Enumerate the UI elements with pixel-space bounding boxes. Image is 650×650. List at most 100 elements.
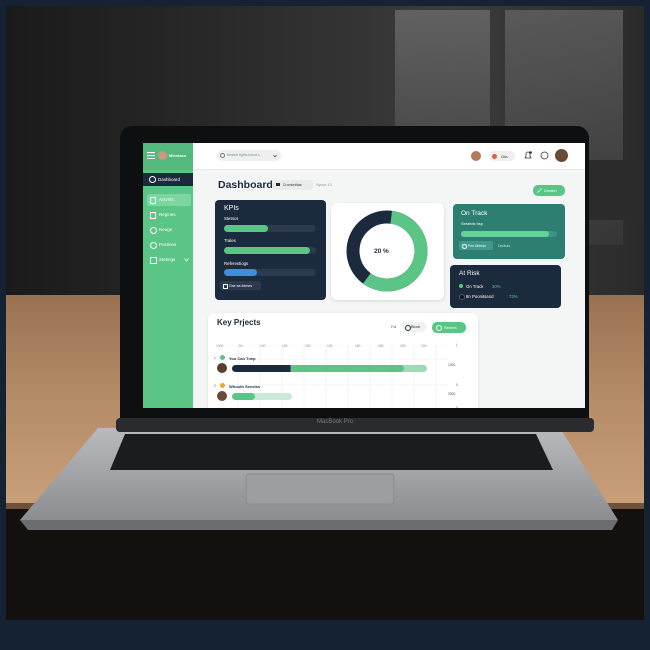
- at-risk-item-label: On Track: [466, 283, 484, 289]
- activity-icon: [150, 197, 156, 204]
- user-avatar[interactable]: [471, 151, 481, 161]
- axis-tick-label: 150: [400, 344, 406, 348]
- donut-card: 20 %: [331, 203, 444, 300]
- project-owner-avatar: [217, 363, 227, 373]
- primary-action-label: Dosticn: [544, 188, 557, 193]
- kpi-progress-fill: [224, 247, 310, 254]
- primary-action-button[interactable]: Dosticn: [533, 185, 565, 196]
- leaf-icon: [537, 188, 542, 193]
- on-track-title: On Track: [461, 210, 488, 217]
- projects-action-label: Sesters: [444, 325, 457, 330]
- on-track-subtitle: Sesthds hsp: [461, 221, 484, 226]
- project-owner-avatar: [217, 391, 227, 401]
- kpi-label: Stetncs: [224, 216, 239, 221]
- on-track-card: On Track Sesthds hsp Pen Abhrse Dedhas: [453, 204, 565, 259]
- axis-marker: |: [456, 343, 457, 347]
- sidebar-item-stetings[interactable]: Stetings: [147, 255, 191, 265]
- sidebar-item-actvnts[interactable]: Actvnts: [147, 194, 191, 206]
- expand-icon: [223, 283, 228, 289]
- sidebar-header: Mlentacs: [143, 143, 193, 170]
- project-row[interactable]: 2 Whouth Seeoiss: [212, 383, 437, 407]
- photo-scene: Mlentacs Dashboard Actvnts Regines Neage…: [0, 0, 650, 650]
- right-axis-value: 0: [456, 383, 458, 387]
- axis-tick-label: 100: [327, 344, 333, 348]
- add-icon: [436, 325, 442, 331]
- breadcrumb[interactable]: Syncs 13: [316, 183, 332, 187]
- kpi-footer-button[interactable]: One ea fotmes: [220, 281, 261, 290]
- kpi-progress-fill: [224, 225, 269, 232]
- kpi-label: Trales: [224, 238, 236, 243]
- avatar[interactable]: [158, 151, 167, 160]
- at-risk-title: At Risk: [459, 270, 480, 277]
- sidebar-item-label: Postions: [159, 242, 177, 247]
- kpi-title: KPIs: [224, 205, 239, 212]
- edit-icon: [276, 183, 280, 186]
- kpi-label: Referestiogs: [224, 261, 249, 266]
- on-track-button-label: Pen Abhrse: [468, 243, 487, 248]
- kpi-card: KPIs Stetncs Trales Referestiogs One ea …: [215, 200, 326, 300]
- status-label: Ota: [501, 154, 508, 159]
- donut-label: 20 %: [374, 248, 389, 255]
- profile-avatar[interactable]: [555, 149, 568, 162]
- kpi-progress-track: [224, 225, 316, 232]
- projects-axis: 1000 50 100 190 150 100 180 180 150 150: [216, 344, 446, 352]
- sidebar-item-postions[interactable]: Postions: [147, 240, 191, 250]
- axis-tick-label: 180: [355, 344, 361, 348]
- brand-name: Mlentacs: [169, 153, 187, 158]
- at-risk-item-label: 8n Poonitsand: [466, 293, 494, 299]
- context-chip-label: Crontonlitas: [283, 183, 302, 187]
- search-icon: [220, 153, 225, 158]
- kpi-footer-label: One ea fotmes: [229, 283, 252, 288]
- search-placeholder: Search tigths Inisot c...: [227, 153, 263, 157]
- project-number: 1: [214, 356, 216, 360]
- sidebar-item-label: Dashboard: [158, 177, 181, 182]
- status-chip[interactable]: Ota: [489, 151, 515, 161]
- search-input[interactable]: Search tigths Inisot c...: [217, 150, 281, 161]
- status-dot: [459, 284, 463, 288]
- project-row[interactable]: 1 You Can Tnep: [212, 355, 437, 379]
- context-chip[interactable]: Crontonlitas: [273, 180, 313, 190]
- chrome-icon: [492, 153, 497, 159]
- axis-tick-label: 150: [421, 344, 427, 348]
- laptop-screen: Mlentacs Dashboard Actvnts Regines Neage…: [143, 143, 585, 408]
- at-risk-card: At Risk On Track 30% 8n Poonitsand 73%: [450, 265, 561, 308]
- bell-icon[interactable]: [524, 151, 532, 160]
- right-axis-value: 1000: [448, 363, 456, 367]
- project-progress-track: [232, 365, 427, 372]
- right-axis-value: 2500: [448, 392, 456, 396]
- chevron-down-icon: [184, 258, 189, 262]
- page-title: Dashboard: [218, 179, 273, 191]
- project-name: Whouth Seeoiss: [229, 383, 261, 389]
- heart-icon: [150, 227, 157, 234]
- check-icon: [462, 243, 467, 249]
- projects-filter[interactable]: Fol: [391, 325, 396, 329]
- status-dot: [459, 294, 465, 300]
- right-axis-value: 0: [456, 406, 458, 408]
- project-progress-fill: [232, 393, 255, 400]
- on-track-link[interactable]: Dedhas: [498, 244, 510, 248]
- project-progress-track: [232, 393, 292, 400]
- chat-icon[interactable]: [540, 151, 549, 160]
- on-track-button[interactable]: Pen Abhrse: [459, 241, 493, 250]
- sidebar-item-dashboard[interactable]: Dashboard: [143, 173, 193, 186]
- top-bar: Search tigths Inisot c... Ota: [193, 143, 585, 170]
- axis-tick-label: 50: [239, 344, 243, 348]
- projects-title: Key Prjects: [217, 318, 261, 327]
- gear-icon: [150, 257, 157, 264]
- sidebar-item-neage[interactable]: Neage: [147, 225, 191, 235]
- projects-block-label: Block: [411, 325, 421, 329]
- sidebar-item-label: Regines: [159, 212, 176, 217]
- dashboard-icon: [149, 176, 156, 183]
- region-icon: [150, 212, 156, 219]
- projects-block-toggle[interactable]: Block: [402, 322, 426, 332]
- axis-tick-label: 1000: [216, 344, 224, 348]
- project-progress-fill: [232, 365, 404, 372]
- projects-action-button[interactable]: Sesters: [432, 322, 466, 333]
- kpi-progress-track: [224, 269, 316, 276]
- on-track-progress-fill: [461, 231, 550, 237]
- project-name: You Can Tnep: [229, 355, 256, 361]
- menu-icon[interactable]: [147, 152, 155, 159]
- project-number: 2: [214, 384, 216, 388]
- sidebar-item-regines[interactable]: Regines: [147, 210, 191, 220]
- axis-tick-label: 100: [260, 344, 266, 348]
